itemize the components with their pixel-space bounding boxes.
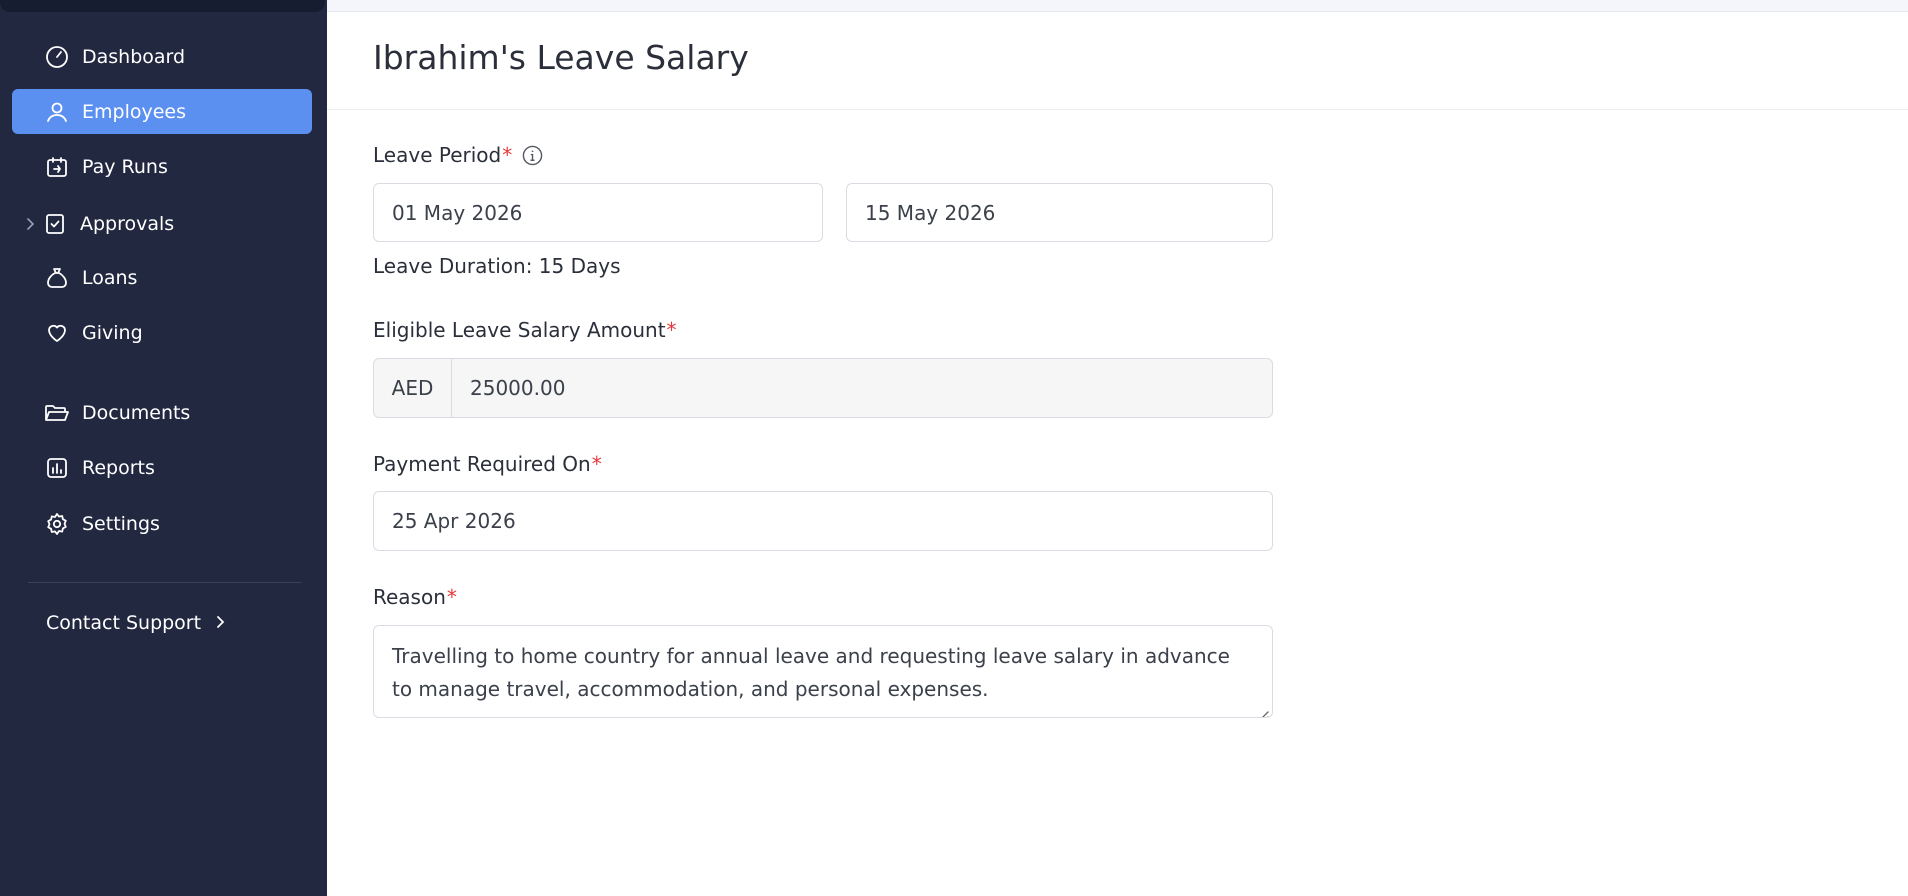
- payment-date-input[interactable]: 25 Apr 2026: [373, 491, 1273, 551]
- sidebar-item-label: Settings: [82, 512, 160, 535]
- folder-icon: [44, 400, 70, 426]
- sidebar-item-label: Pay Runs: [82, 155, 168, 178]
- eligible-amount-label: Eligible Leave Salary Amount *: [373, 318, 677, 342]
- eligible-amount-input: 25000.00: [470, 376, 566, 400]
- eligible-amount-label-text: Eligible Leave Salary Amount: [373, 318, 666, 342]
- calendar-icon: [44, 154, 70, 180]
- sidebar-item-reports[interactable]: Reports: [12, 445, 312, 490]
- sidebar-item-giving[interactable]: Giving: [12, 310, 312, 355]
- money-bag-icon: [44, 265, 70, 291]
- sidebar-item-label: Documents: [82, 401, 191, 424]
- payment-required-on-label: Payment Required On *: [373, 452, 602, 476]
- info-icon[interactable]: [522, 145, 543, 166]
- sidebar-item-pay-runs[interactable]: Pay Runs: [12, 144, 312, 189]
- checkbox-icon: [42, 211, 68, 237]
- required-marker: *: [502, 143, 513, 167]
- contact-support-link[interactable]: Contact Support: [46, 608, 225, 638]
- sidebar-item-settings[interactable]: Settings: [12, 501, 312, 546]
- sidebar-item-label: Loans: [82, 266, 138, 289]
- leave-period-label-text: Leave Period: [373, 143, 502, 167]
- sidebar-item-loans[interactable]: Loans: [12, 255, 312, 300]
- sidebar-item-employees[interactable]: Employees: [12, 89, 312, 134]
- report-icon: [44, 455, 70, 481]
- currency-addon: AED: [374, 359, 452, 417]
- required-marker: *: [446, 585, 457, 609]
- sidebar-item-label: Approvals: [80, 212, 175, 235]
- sidebar-item-label: Reports: [82, 456, 155, 479]
- sidebar-item-documents[interactable]: Documents: [12, 390, 312, 435]
- sidebar-divider: [28, 582, 302, 583]
- required-marker: *: [591, 452, 602, 476]
- sidebar-item-approvals[interactable]: Approvals: [12, 201, 312, 246]
- chevron-right-icon[interactable]: [24, 217, 36, 231]
- contact-support-label: Contact Support: [46, 612, 202, 634]
- gauge-icon: [44, 44, 70, 70]
- sidebar-item-label: Employees: [82, 100, 186, 123]
- gear-icon: [44, 511, 70, 537]
- leave-start-date-input[interactable]: 01 May 2026: [373, 183, 823, 242]
- user-icon: [44, 99, 70, 125]
- sidebar-top-strip: [0, 0, 325, 12]
- reason-label: Reason *: [373, 585, 457, 609]
- reason-text: Travelling to home country for annual le…: [392, 644, 1230, 701]
- reason-textarea[interactable]: Travelling to home country for annual le…: [373, 625, 1273, 718]
- required-marker: *: [666, 318, 677, 342]
- chevron-right-icon: [215, 612, 225, 634]
- resize-handle-icon[interactable]: [1255, 700, 1269, 717]
- sidebar-item-dashboard[interactable]: Dashboard: [12, 34, 312, 79]
- heart-icon: [44, 320, 70, 346]
- reason-label-text: Reason: [373, 585, 446, 609]
- leave-duration-text: Leave Duration: 15 Days: [373, 254, 621, 278]
- leave-period-label: Leave Period *: [373, 143, 543, 167]
- page-title: Ibrahim's Leave Salary: [373, 38, 749, 77]
- payment-required-on-label-text: Payment Required On: [373, 452, 591, 476]
- sidebar: Dashboard Employees Pay Runs Approvals L…: [0, 0, 327, 896]
- sidebar-item-label: Giving: [82, 321, 143, 344]
- header-divider: [327, 109, 1908, 110]
- sidebar-item-label: Dashboard: [82, 45, 186, 68]
- top-bar: [327, 0, 1908, 12]
- leave-end-date-input[interactable]: 15 May 2026: [846, 183, 1273, 242]
- eligible-amount-field: AED 25000.00: [373, 358, 1273, 418]
